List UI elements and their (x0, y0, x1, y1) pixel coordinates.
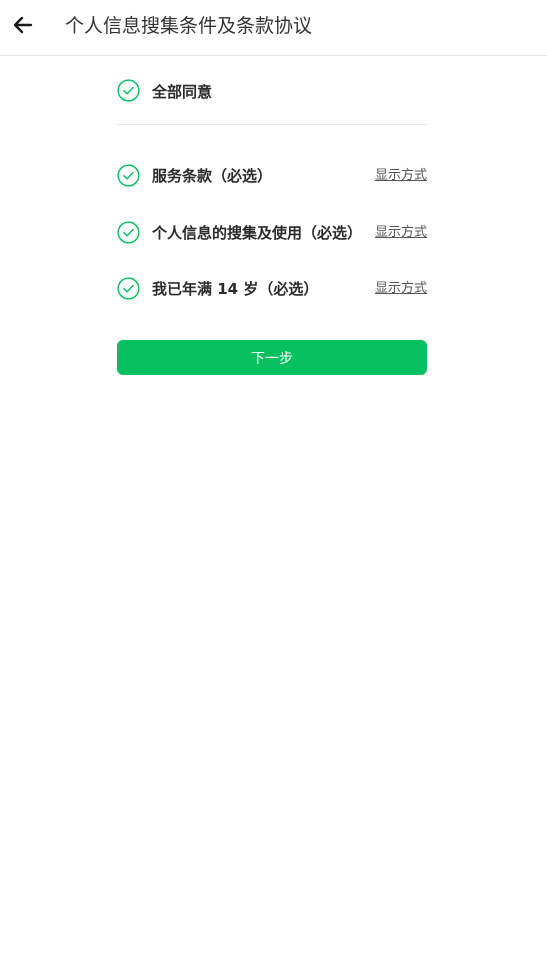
arrow-left-icon (13, 16, 33, 34)
app-bar: 个人信息搜集条件及条款协议 (0, 0, 547, 56)
view-terms-link[interactable]: 显示方式 (375, 280, 427, 298)
terms-list: 服务条款（必选） 显示方式 个人信息的搜集及使用（必选） 显示方式 我已年满 1… (117, 153, 427, 323)
back-button[interactable] (8, 10, 38, 40)
agree-all-row[interactable]: 全部同意 (117, 56, 427, 125)
check-circle-icon[interactable] (117, 221, 140, 244)
check-circle-icon[interactable] (117, 79, 140, 102)
terms-label: 服务条款（必选） (152, 167, 273, 185)
view-terms-link[interactable]: 显示方式 (375, 224, 427, 242)
check-circle-icon[interactable] (117, 277, 140, 300)
agree-all-label: 全部同意 (152, 83, 213, 101)
terms-row-privacy[interactable]: 个人信息的搜集及使用（必选） 显示方式 (117, 210, 427, 267)
next-button[interactable]: 下一步 (117, 340, 427, 375)
consent-panel: 全部同意 服务条款（必选） 显示方式 个人信息的搜集及使用（必选） 显示方式 我 (117, 56, 427, 323)
terms-label: 个人信息的搜集及使用（必选） (152, 223, 363, 242)
page-title: 个人信息搜集条件及条款协议 (65, 15, 313, 37)
terms-row-age[interactable]: 我已年满 14 岁（必选） 显示方式 (117, 266, 427, 323)
check-circle-icon[interactable] (117, 164, 140, 187)
view-terms-link[interactable]: 显示方式 (375, 167, 427, 185)
terms-label: 我已年满 14 岁（必选） (152, 280, 319, 299)
terms-row-service[interactable]: 服务条款（必选） 显示方式 (117, 153, 427, 210)
